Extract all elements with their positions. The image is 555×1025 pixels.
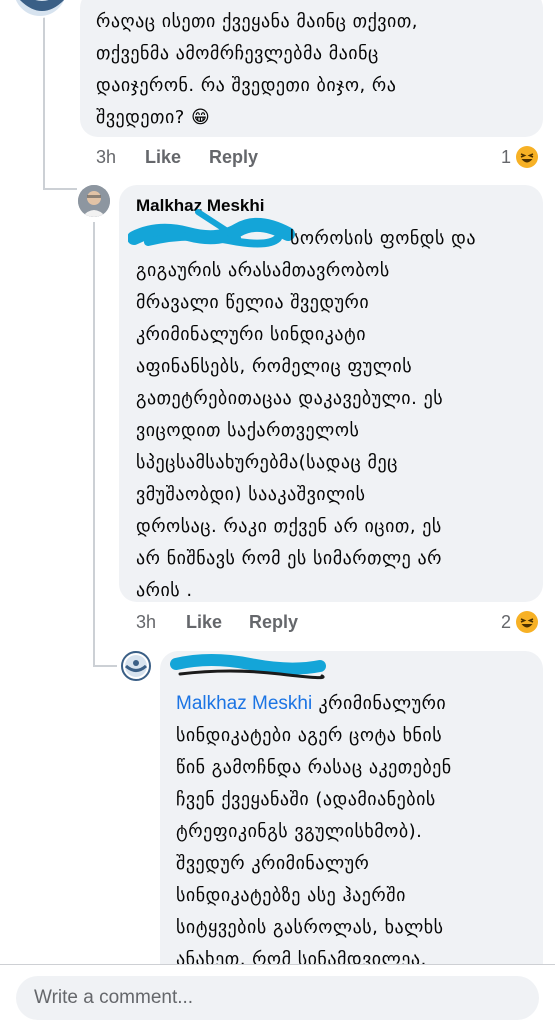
comment-text-line: შვედურ კრიმინალურ [176,853,370,874]
comment-text-line: გათეტრებითაცაა დაკავებული. ეს [136,388,444,409]
mention-link[interactable]: Malkhaz Meskhi [176,693,312,714]
comment-text-line: მრავალი წელია შვედური [136,292,370,313]
comment-text-line: არ ნიშნავს რომ ეს სიმართლე არ [136,548,442,569]
thread-line [43,0,45,190]
avatar[interactable] [121,651,151,681]
comment-text-line: Malkhaz Meskhi კრიმინალური [176,688,446,720]
comment-text-line: არის . [136,580,193,601]
reply-button[interactable]: Reply [249,612,298,633]
reply-button[interactable]: Reply [209,147,258,168]
comment-text-line: კრიმინალური სინდიკატი [136,324,367,345]
comment-text-line: დაიჯერონ. რა შვედეთი ბიჯო, რა [96,75,397,96]
comment-composer-bar: Write a comment... [0,964,555,1025]
comment-text-line: სინდიკატებზე ასე ჰაერში [176,885,406,906]
write-comment-input[interactable]: Write a comment... [16,976,539,1020]
avatar[interactable] [78,185,110,217]
thread-line [93,222,95,667]
comment-text-line: ვმუშაობდი) სააკაშვილის [136,484,366,505]
like-button[interactable]: Like [145,147,181,168]
reaction-count[interactable]: 1 [501,147,511,168]
comment-text-line: შვედეთი? 😁 [96,107,211,128]
comment-text-line: გიგაურის არასამთავრობოს [136,260,390,281]
laugh-emoji-icon[interactable] [516,146,538,168]
comment-text-line: სპეცსამსახურებმა(სადაც მეც [136,452,398,473]
comment-text-line: დროსაც. რაკი თქვენ არ იცით, ეს [136,516,442,537]
comment-time[interactable]: 3h [96,147,116,168]
comment-text-line: წინ გამოჩნდა რასაც აკეთებენ [176,757,452,778]
comment-text-line: სინდიკატები აგერ ცოტა ხნის [176,725,443,746]
like-button[interactable]: Like [186,612,222,633]
comment-text: კრიმინალური [318,693,447,714]
redaction-scribble [170,654,326,680]
comment-text-line: აფინანსებს, რომელიც ფულის [136,356,413,377]
comment-text-line: სოროსის ფონდს და [290,228,476,249]
comment-text-line: ტრეფიკინგს ვგულისხმობ). [176,821,423,842]
thread-line-elbow [93,665,117,667]
comment-text-line: ჩვენ ქვეყანაში (ადამიანების [176,789,436,810]
reaction-count[interactable]: 2 [501,612,511,633]
comment-text-line: თქვენმა ამომრჩევლებმა მაინც [96,43,379,64]
comment-time[interactable]: 3h [136,612,156,633]
comment-text-line: ვიცოდით საქართველოს [136,420,360,441]
avatar[interactable] [12,0,68,18]
redaction-scribble [128,209,295,248]
laugh-emoji-icon[interactable] [516,611,538,633]
comment-text-line: სიტყვების გასროლას, ხალხს [176,917,444,938]
thread-line-elbow [43,188,77,190]
comment-text-line: რაღაც ისეთი ქვეყანა მაინც თქვით, [96,11,418,32]
